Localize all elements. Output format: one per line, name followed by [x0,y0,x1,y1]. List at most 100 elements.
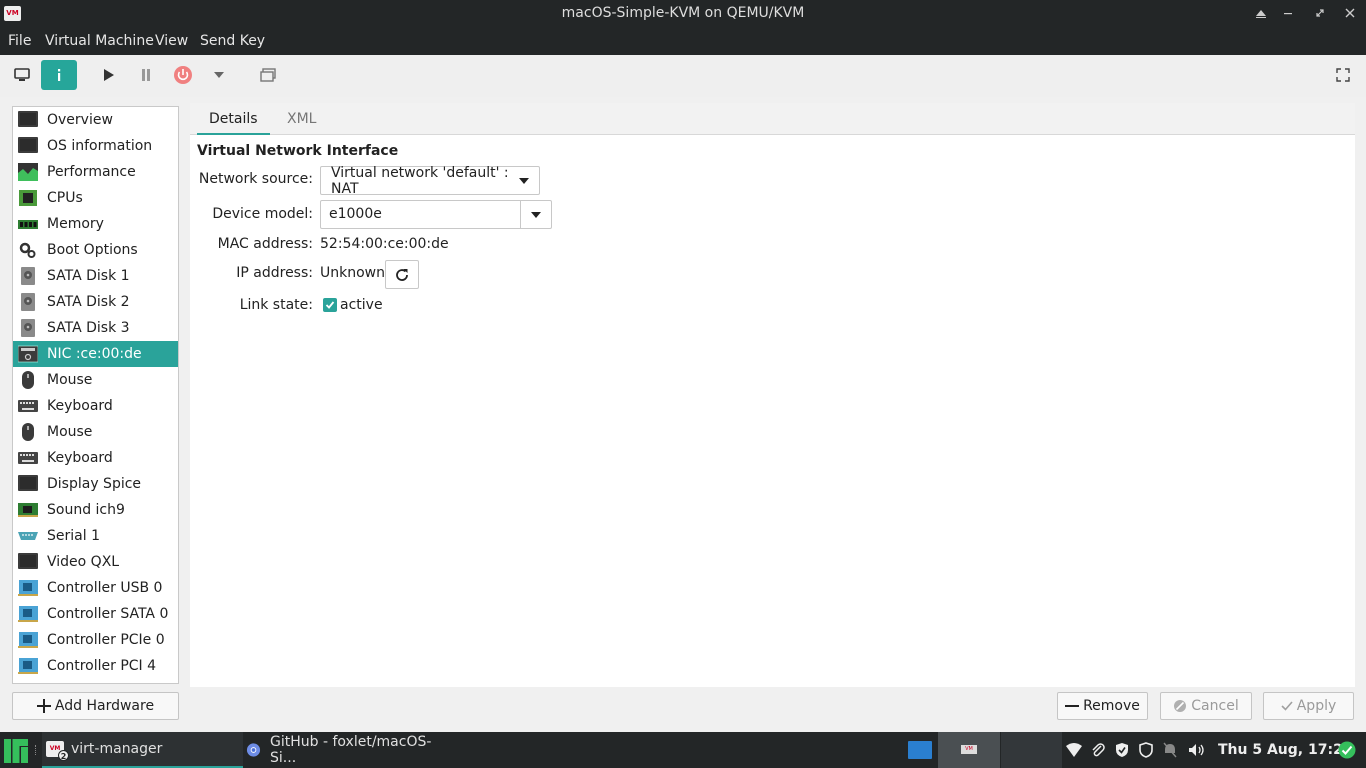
taskbar-virt-manager-label: virt-manager [71,741,163,757]
taskbar-github[interactable]: GitHub - foxlet/macOS-Si... [246,732,446,768]
hardware-list-item[interactable]: Controller USB 0 [13,575,178,601]
link-state-checkbox[interactable] [323,298,337,312]
network-card-icon [18,345,38,363]
monitor-icon [18,111,38,129]
hardware-list-item[interactable]: SATA Disk 3 [13,315,178,341]
hardware-list-item[interactable]: Keyboard [13,393,178,419]
window-title: macOS-Simple-KVM on QEMU/KVM [561,5,805,21]
paperclip-icon[interactable] [1089,741,1107,759]
refresh-ip-button[interactable] [385,260,419,289]
taskbar: VM 2 virt-manager GitHub - foxlet/macOS-… [0,732,1366,768]
shutdown-button[interactable] [168,61,198,89]
pager-desktop-2[interactable] [1001,732,1062,768]
clock[interactable]: Thu 5 Aug, 17:28 [1218,742,1353,758]
network-source-value: Virtual network 'default' : NAT [331,164,509,197]
hardware-list-item[interactable]: Sound ich9 [13,497,178,523]
hardware-list-item-label: Keyboard [47,450,113,466]
menu-file[interactable]: File [8,33,31,49]
taskbar-github-label: GitHub - foxlet/macOS-Si... [270,734,432,766]
hardware-list-item[interactable]: Boot Options [13,237,178,263]
chevron-down-icon [214,72,224,78]
network-source-select[interactable]: Virtual network 'default' : NAT [320,164,540,197]
hardware-list-item[interactable]: SATA Disk 1 [13,263,178,289]
tab-details[interactable]: Details [197,103,270,135]
taskbar-virt-manager[interactable]: VM 2 virt-manager [42,732,243,768]
window-count-badge: 2 [58,750,69,761]
hardware-list-item-label: Controller PCIe 0 [47,632,165,648]
remove-button[interactable]: Remove [1057,692,1148,720]
menu-view[interactable]: View [155,33,188,49]
hardware-list-item[interactable]: CPUs [13,185,178,211]
hardware-list-item-label: Controller PCI 4 [47,658,157,674]
hardware-list-item[interactable]: OS information [13,133,178,159]
fullscreen-icon [1336,68,1350,82]
network-source-label: Network source: [198,171,313,187]
hardware-list-item-label: Boot Options [47,242,138,258]
hardware-list-item[interactable]: Keyboard [13,445,178,471]
shield-check-icon[interactable] [1113,741,1131,759]
details-view-button[interactable] [41,60,77,90]
notifications-muted-icon[interactable] [1161,741,1179,759]
title-bar: VM macOS-Simple-KVM on QEMU/KVM [0,0,1366,28]
hardware-list-item[interactable]: Video QXL [13,549,178,575]
shield-icon[interactable] [1137,741,1155,759]
device-model-input[interactable]: e1000e [320,200,521,229]
run-button[interactable] [94,61,124,89]
checkmark-icon [325,301,335,309]
hardware-list-item[interactable]: Mouse [13,419,178,445]
apply-button[interactable]: Apply [1263,692,1354,720]
keyboard-icon [18,397,38,415]
menu-send-key[interactable]: Send Key [200,33,265,49]
snapshots-icon [260,68,276,82]
hardware-list-item[interactable]: Display Spice [13,471,178,497]
hardware-list-item[interactable]: Controller PCIe 0 [13,627,178,653]
hardware-list: Overview OS information Performance CPUs Mem… [12,106,179,684]
keep-above-icon[interactable] [1251,4,1271,24]
toolbar [0,55,1366,97]
hardware-list-item-label: Video QXL [47,554,120,570]
hardware-list-item[interactable]: Controller SATA 0 [13,601,178,627]
hardware-list-item[interactable]: Memory [13,211,178,237]
manjaro-menu-icon[interactable] [4,739,28,767]
menu-virtual-machine[interactable]: Virtual Machine [45,33,154,49]
monitor-icon [18,137,38,155]
hardware-list-item-label: Overview [47,112,113,128]
link-state-label: Link state: [239,297,313,313]
monitor-icon [18,553,38,571]
hardware-list-item[interactable]: SATA Disk 2 [13,289,178,315]
controller-card-icon [18,605,38,623]
hardware-list-item-label: Controller USB 0 [47,580,163,596]
taskbar-separator [35,745,38,755]
hardware-list-item-label: Memory [47,216,104,232]
cancel-button[interactable]: Cancel [1160,692,1252,720]
hardware-list-item[interactable]: Overview [13,107,178,133]
add-hardware-button[interactable]: Add Hardware [12,692,179,720]
shutdown-menu-button[interactable] [204,61,234,89]
restore-icon[interactable] [1310,4,1330,24]
volume-icon[interactable] [1188,741,1206,759]
sound-card-icon [18,501,38,519]
hardware-list-item[interactable]: Mouse [13,367,178,393]
minimize-icon[interactable] [1278,4,1298,24]
tab-bar: Details XML [190,103,1355,135]
hardware-list-item[interactable]: NIC :ce:00:de [13,341,178,367]
device-model-dropdown-button[interactable] [520,200,552,229]
close-icon[interactable] [1340,4,1360,24]
snapshots-button[interactable] [253,61,283,89]
fullscreen-button[interactable] [1328,61,1358,89]
chevron-down-icon [531,212,541,218]
tab-xml[interactable]: XML [275,103,328,135]
hardware-list-item-label: Mouse [47,424,93,440]
pause-button[interactable] [131,61,161,89]
pager-desktop-1[interactable]: VM [938,732,1000,768]
keyboard-icon [18,449,38,467]
wifi-icon[interactable] [1065,741,1083,759]
console-view-button[interactable] [7,61,37,89]
hardware-list-item[interactable]: Controller PCI 4 [13,653,178,679]
hardware-list-item[interactable]: Serial 1 [13,523,178,549]
desktop-pager-icon[interactable] [908,741,932,759]
hardware-list-item[interactable]: Performance [13,159,178,185]
hardware-list-item-label: SATA Disk 2 [47,294,130,310]
hard-disk-icon [18,293,38,311]
update-available-icon[interactable] [1338,741,1356,759]
